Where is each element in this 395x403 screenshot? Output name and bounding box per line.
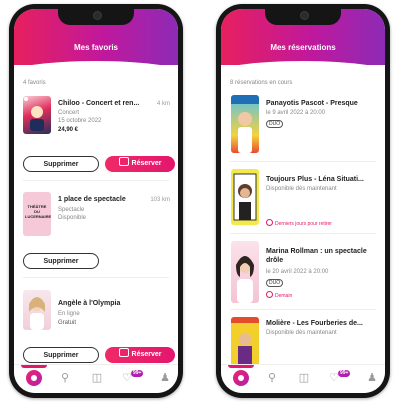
reservations-screen: Mes réservations 8 réservations en cours…	[221, 9, 385, 393]
event-poster-angele[interactable]	[23, 290, 51, 330]
active-tab-indicator	[228, 365, 254, 368]
poster-illustration	[236, 256, 254, 303]
item-title[interactable]: Molière - Les Fourberies de...	[266, 320, 363, 327]
camera-icon	[300, 11, 309, 20]
tab-tickets-icon[interactable]: ◫	[297, 371, 311, 385]
item-title[interactable]: 1 place de spectacle	[58, 196, 126, 203]
item-title-line1[interactable]: Marina Rollman : un spectacle	[266, 248, 367, 255]
event-poster-theatre[interactable]: THÉÂTRE DU LUCERNAIRE	[23, 192, 51, 236]
reservations-count: 8 réservations en cours	[230, 80, 293, 86]
page-title: Mes favoris	[73, 43, 119, 52]
divider	[230, 161, 376, 162]
pickup-warning: Demain	[266, 291, 292, 299]
phone-favorites: Mes favoris 4 favoris Chiloo - Concert e…	[9, 4, 183, 398]
warning-text: Derniers jours pour retirer	[275, 221, 332, 227]
favorites-count: 4 favoris	[23, 80, 46, 86]
duo-badge: DUO	[266, 279, 284, 287]
notification-badge: 99+	[338, 370, 351, 377]
event-poster-panayotis[interactable]	[231, 95, 259, 153]
ticket-icon	[118, 157, 129, 166]
delete-button[interactable]: Supprimer	[23, 347, 99, 363]
favorites-screen: Mes favoris 4 favoris Chiloo - Concert e…	[14, 9, 178, 393]
divider	[23, 277, 169, 278]
ticket-icon	[118, 348, 129, 357]
item-date: 15 octobre 2022	[58, 118, 102, 124]
event-poster-marina[interactable]	[231, 241, 259, 303]
tab-tickets-icon[interactable]: ◫	[90, 371, 104, 385]
item-title[interactable]: Panayotis Pascot - Presque	[266, 100, 358, 107]
event-poster-moliere[interactable]	[231, 317, 259, 367]
notification-badge: 99+	[131, 370, 144, 377]
poster-illustration	[231, 95, 259, 153]
item-date: le 20 avril 2022 à 20:00	[266, 269, 329, 275]
poster-illustration	[233, 173, 257, 221]
active-tab-indicator	[21, 365, 47, 368]
tab-favorites-icon[interactable]	[26, 370, 42, 386]
poster-illustration	[24, 97, 44, 131]
item-title[interactable]: Toujours Plus - Léna Situati...	[266, 176, 364, 183]
item-price: 24,90 €	[58, 127, 79, 133]
poster-illustration	[29, 297, 45, 330]
tab-bar: ⚲ ◫ ♡ 99+ ♟	[14, 364, 178, 393]
item-title-line2[interactable]: drôle	[266, 257, 283, 264]
warning-text: Demain	[275, 293, 293, 299]
duo-badge: DUO	[266, 120, 284, 128]
phone-reservations: Mes réservations 8 réservations en cours…	[216, 4, 390, 398]
item-date: le 9 avril 2022 à 20:00	[266, 110, 326, 116]
reserve-label: Réserver	[131, 351, 162, 358]
tab-profile-icon[interactable]: ♟	[365, 371, 379, 385]
delete-button[interactable]: Supprimer	[23, 253, 99, 269]
clock-icon	[266, 291, 273, 298]
phone-notch	[58, 9, 134, 25]
item-distance: 103 km	[150, 197, 170, 203]
item-distance: 4 km	[156, 101, 170, 107]
reserve-label: Réserver	[131, 160, 162, 167]
tab-favorites-icon[interactable]	[233, 370, 249, 386]
item-category: En ligne	[58, 311, 80, 317]
item-category: Concert	[58, 110, 80, 116]
divider	[23, 180, 169, 181]
reserve-button[interactable]: Réserver	[105, 156, 175, 172]
camera-icon	[93, 11, 102, 20]
poster-text: THÉÂTRE DU LUCERNAIRE	[25, 204, 51, 219]
item-title[interactable]: Angèle à l'Olympia	[58, 300, 120, 307]
phone-notch	[265, 9, 341, 25]
delete-button[interactable]: Supprimer	[23, 156, 99, 172]
item-availability: Disponible dès maintenant	[266, 186, 337, 192]
item-price: Gratuit	[58, 320, 77, 326]
item-availability: Disponible dès maintenant	[266, 330, 337, 336]
pickup-warning: Derniers jours pour retirer	[266, 219, 332, 227]
tab-search-icon[interactable]: ⚲	[58, 371, 72, 385]
page-title: Mes réservations	[270, 43, 336, 52]
poster-illustration	[231, 317, 259, 367]
item-category: Spectacle	[58, 207, 85, 213]
divider	[230, 233, 376, 234]
tab-bar: ⚲ ◫ ♡ 99+ ♟	[221, 364, 385, 393]
reserve-button[interactable]: Réserver	[105, 347, 175, 363]
divider	[230, 309, 376, 310]
tab-search-icon[interactable]: ⚲	[265, 371, 279, 385]
item-availability: Disponible	[58, 215, 87, 221]
event-poster-lena[interactable]	[231, 169, 259, 225]
clock-icon	[266, 219, 273, 226]
tab-profile-icon[interactable]: ♟	[158, 371, 172, 385]
event-poster-chiloo[interactable]	[23, 96, 51, 134]
item-title[interactable]: Chiloo - Concert et ren...	[58, 100, 139, 107]
